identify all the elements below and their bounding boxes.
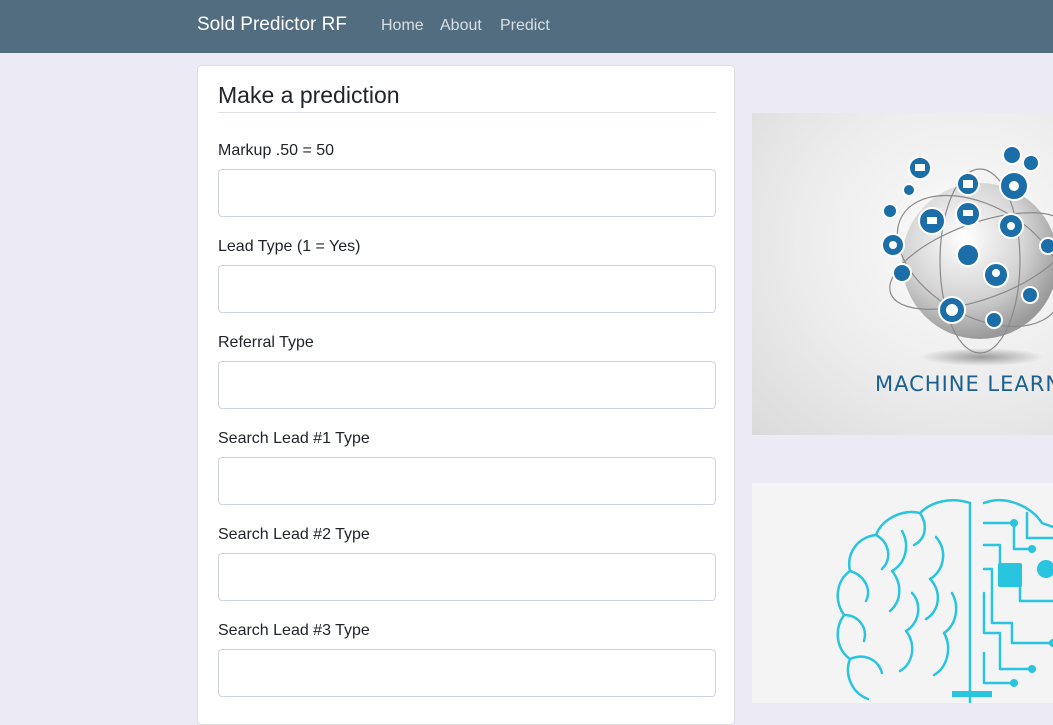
form-title: Make a prediction bbox=[218, 82, 400, 108]
referral-type-input[interactable] bbox=[218, 361, 716, 409]
referral-type-label: Referral Type bbox=[218, 334, 314, 351]
title-divider bbox=[218, 112, 716, 113]
nav-link-home[interactable]: Home bbox=[381, 16, 424, 35]
machine-learning-image: MACHINE LEARN bbox=[752, 113, 1053, 435]
navbar: Sold Predictor RF Home About Predict bbox=[0, 0, 1053, 53]
ml-caption: MACHINE LEARN bbox=[875, 372, 1053, 396]
search-lead-2-input[interactable] bbox=[218, 553, 716, 601]
search-lead-1-input[interactable] bbox=[218, 457, 716, 505]
brain-circuit-icon bbox=[836, 498, 1053, 703]
brain-circuit-image bbox=[752, 483, 1053, 703]
lead-type-label: Lead Type (1 = Yes) bbox=[218, 238, 361, 255]
markup-input[interactable] bbox=[218, 169, 716, 217]
markup-label: Markup .50 = 50 bbox=[218, 142, 335, 159]
lead-type-input[interactable] bbox=[218, 265, 716, 313]
navbar-brand[interactable]: Sold Predictor RF bbox=[197, 14, 347, 36]
search-lead-3-label: Search Lead #3 Type bbox=[218, 622, 370, 639]
search-lead-3-input[interactable] bbox=[218, 649, 716, 697]
prediction-form-card: Make a prediction Markup .50 = 50 Lead T… bbox=[197, 65, 735, 725]
nav-link-about[interactable]: About bbox=[440, 16, 482, 35]
search-lead-2-label: Search Lead #2 Type bbox=[218, 526, 370, 543]
tech-globe-icon: MACHINE LEARN bbox=[875, 145, 1053, 396]
search-lead-1-label: Search Lead #1 Type bbox=[218, 430, 370, 447]
nav-link-predict[interactable]: Predict bbox=[500, 16, 550, 35]
